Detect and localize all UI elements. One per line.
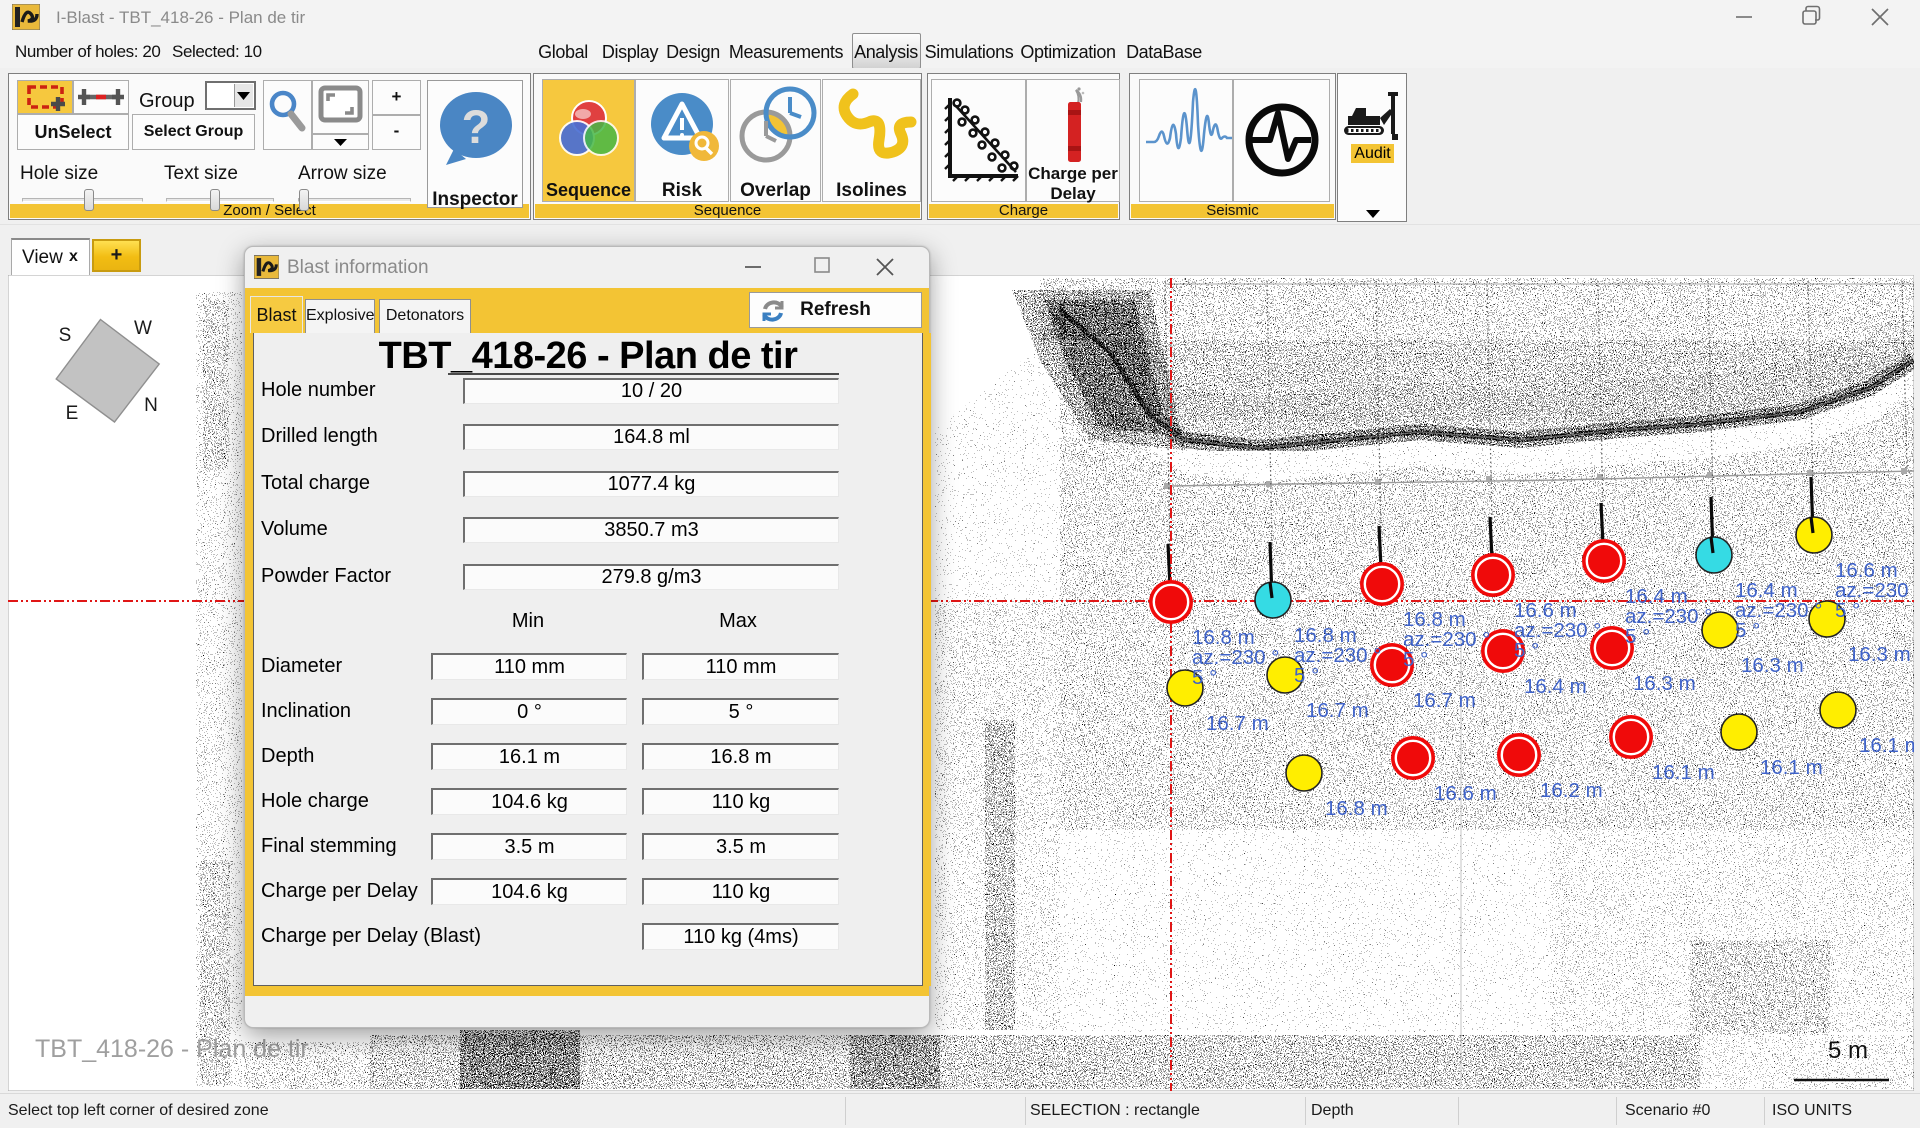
- svg-text:TBT_418-26 - Plan de tir: TBT_418-26 - Plan de tir: [35, 1035, 309, 1063]
- svg-text:16.7 m: 16.7 m: [1306, 699, 1369, 722]
- svg-text:W: W: [134, 318, 152, 339]
- svg-text:16.1 m: 16.1 m: [1859, 734, 1914, 757]
- svg-text:5 °: 5 °: [1294, 664, 1319, 687]
- svg-text:16.1 m: 16.1 m: [1760, 756, 1823, 779]
- svg-text:16.1 m: 16.1 m: [1652, 761, 1715, 784]
- svg-text:16.8 m: 16.8 m: [1325, 797, 1388, 820]
- svg-text:5 °: 5 °: [1735, 619, 1760, 642]
- svg-text:16.3 m: 16.3 m: [1633, 672, 1696, 695]
- svg-text:5 m: 5 m: [1828, 1037, 1868, 1064]
- svg-text:16.3 m: 16.3 m: [1848, 643, 1911, 666]
- svg-text:5 °: 5 °: [1835, 599, 1860, 622]
- svg-text:?: ?: [462, 100, 491, 153]
- svg-text:16.3 m: 16.3 m: [1741, 654, 1804, 677]
- svg-text:S: S: [59, 325, 72, 346]
- svg-text:5 °: 5 °: [1192, 666, 1217, 689]
- svg-text:16.7 m: 16.7 m: [1413, 689, 1476, 712]
- svg-text:16.4 m: 16.4 m: [1524, 675, 1587, 698]
- svg-text:16.7 m: 16.7 m: [1206, 712, 1269, 735]
- svg-text:5 °: 5 °: [1403, 648, 1428, 671]
- svg-text:5 °: 5 °: [1625, 625, 1650, 648]
- svg-text:E: E: [66, 403, 79, 424]
- svg-text:5 °: 5 °: [1514, 639, 1539, 662]
- svg-text:16.6 m: 16.6 m: [1434, 782, 1497, 805]
- svg-text:16.2 m: 16.2 m: [1540, 779, 1603, 802]
- svg-text:N: N: [144, 395, 158, 416]
